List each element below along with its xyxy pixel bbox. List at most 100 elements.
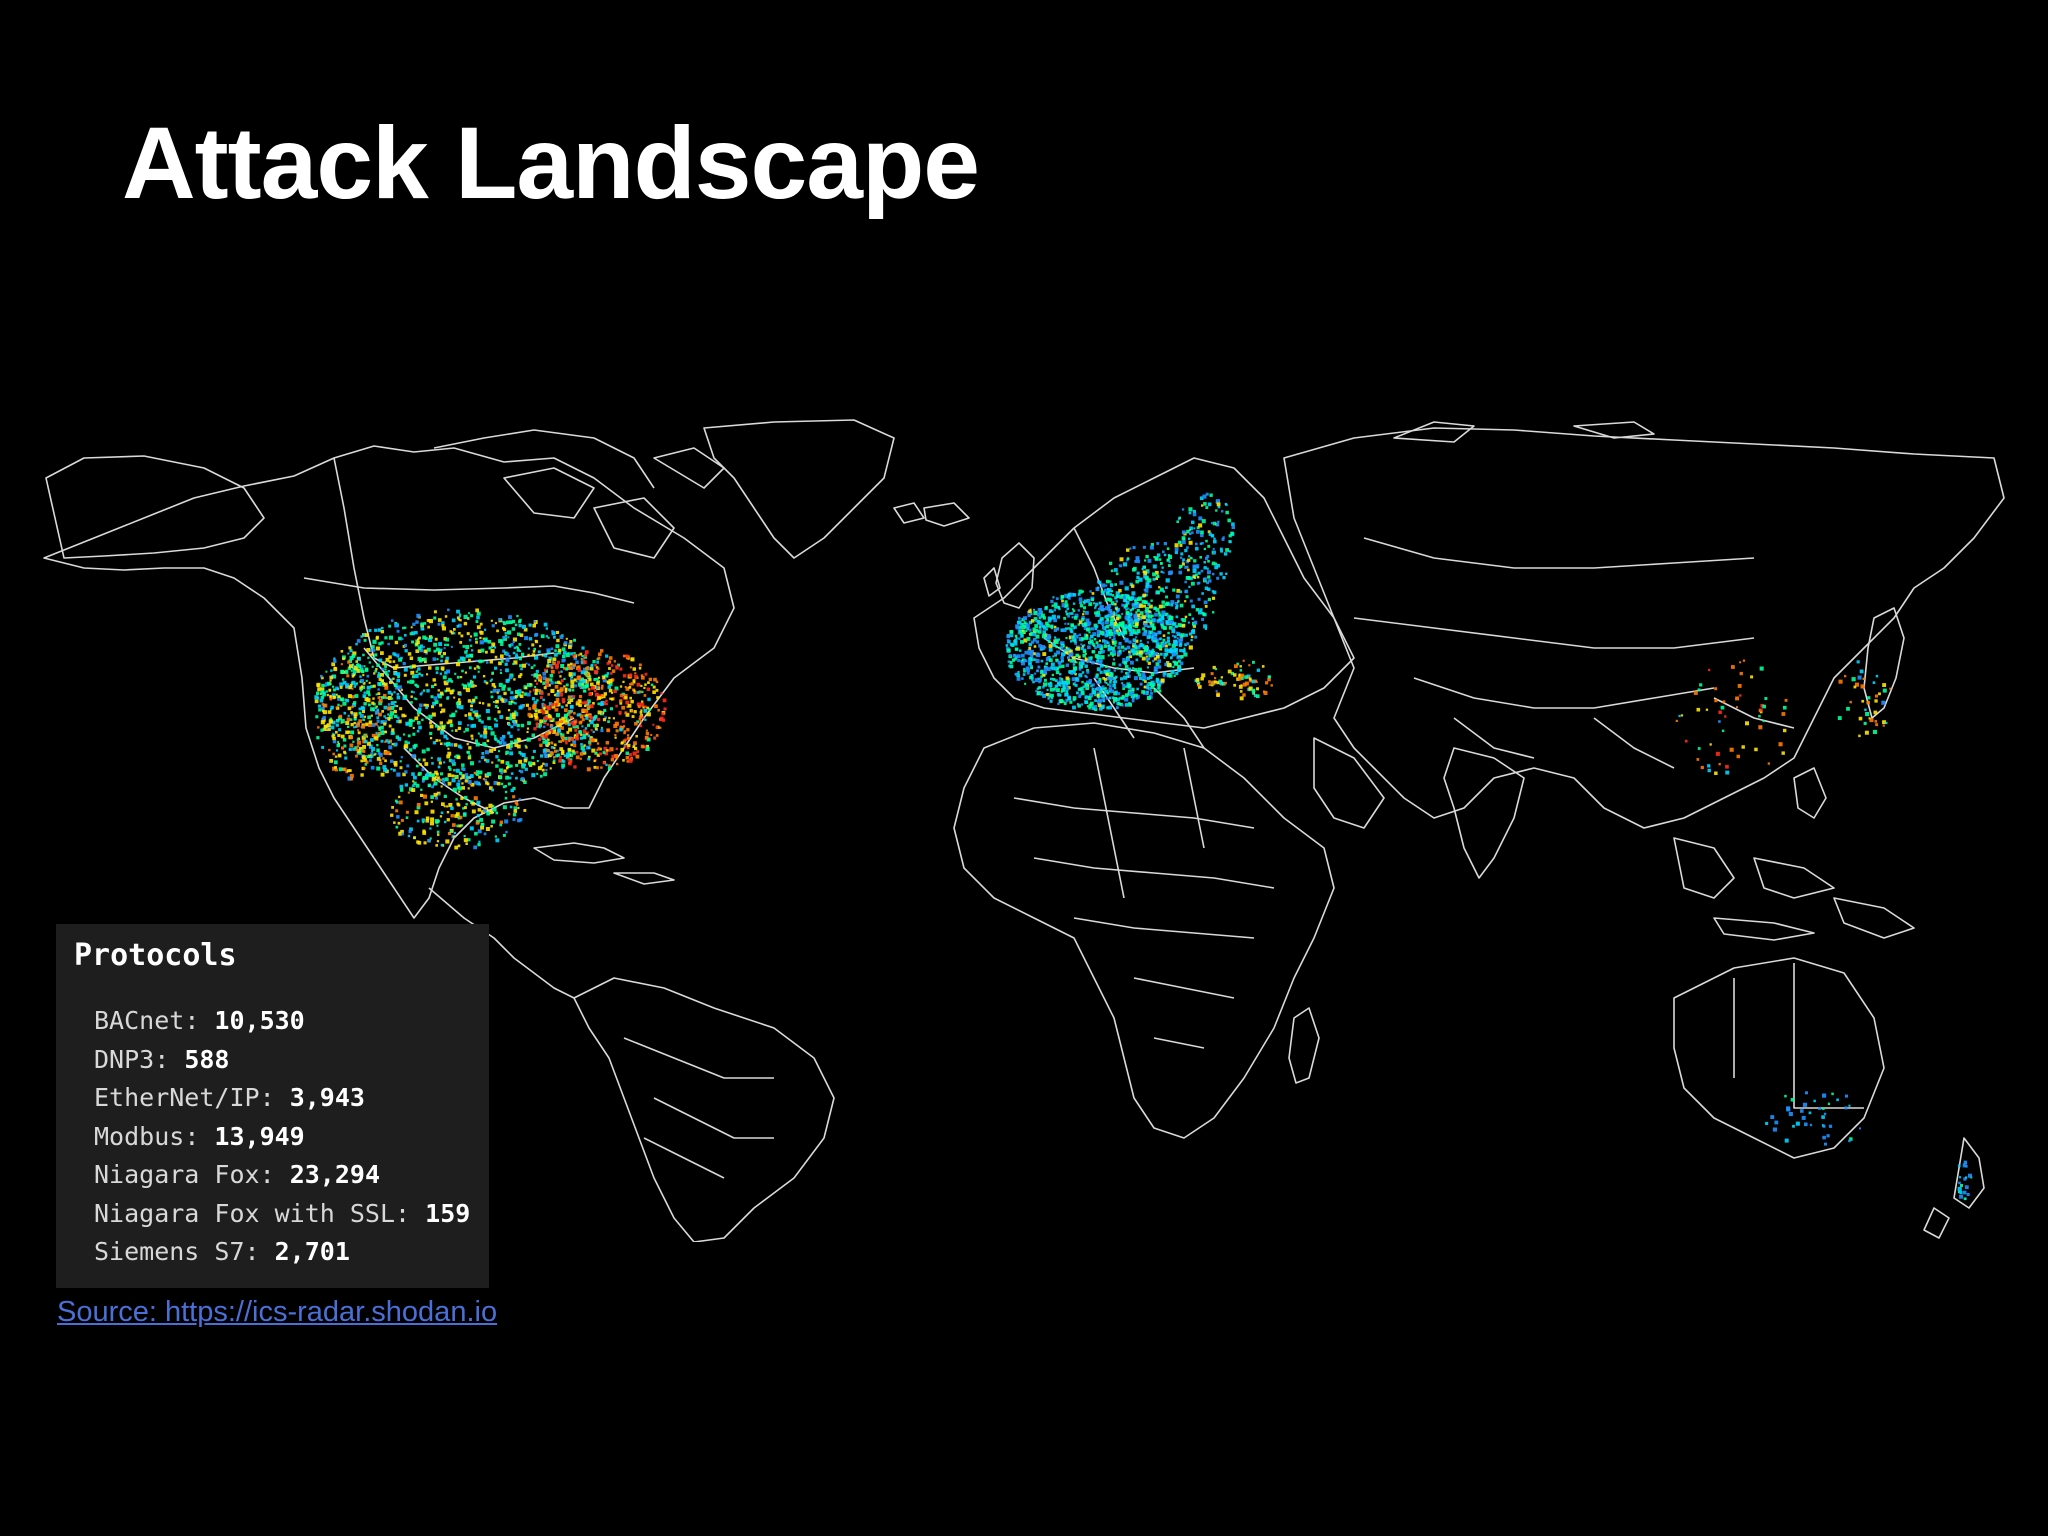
outline-greenland: [703, 419, 895, 559]
density-dot: [1144, 588, 1149, 593]
density-dot: [433, 616, 437, 620]
density-dot: [1065, 612, 1069, 616]
density-dot: [1136, 559, 1140, 564]
density-dot: [1150, 672, 1155, 676]
density-dot: [593, 760, 596, 763]
density-dot: [1675, 719, 1678, 722]
density-dot: [1061, 599, 1064, 603]
density-dot: [1070, 640, 1073, 643]
density-dot: [439, 815, 443, 818]
density-dot: [1267, 677, 1271, 682]
protocol-name: EtherNet/IP: [94, 1083, 260, 1112]
density-dot: [514, 623, 518, 627]
density-dot: [1143, 647, 1148, 652]
density-dot: [436, 658, 439, 661]
density-dot: [410, 695, 413, 698]
density-dot: [1826, 1134, 1830, 1138]
density-dot: [394, 701, 397, 704]
density-dot: [1195, 677, 1200, 682]
density-dot: [437, 765, 441, 769]
density-dot: [1174, 625, 1177, 628]
density-dot: [1885, 721, 1888, 725]
density-dot: [1121, 645, 1125, 649]
density-dot: [512, 701, 515, 704]
density-dot: [1192, 509, 1196, 514]
density-dot: [421, 749, 426, 754]
density-dot: [1051, 666, 1055, 671]
density-dot: [534, 639, 537, 642]
density-dot: [544, 763, 548, 767]
density-dot: [437, 622, 441, 626]
density-dot: [445, 656, 449, 661]
density-dot: [1805, 1091, 1808, 1095]
density-dot: [600, 729, 604, 733]
density-dot: [542, 711, 546, 715]
density-dot: [640, 702, 645, 707]
density-dot: [353, 717, 357, 721]
density-dot: [393, 709, 397, 714]
density-dot: [490, 649, 495, 654]
density-dot: [1197, 571, 1201, 575]
density-dot: [376, 748, 380, 752]
density-dot: [1212, 547, 1215, 550]
density-dot: [360, 685, 364, 688]
density-dot: [1193, 564, 1198, 569]
density-dot: [406, 764, 410, 768]
density-dot: [629, 696, 632, 700]
density-dot: [368, 720, 373, 724]
density-dot: [320, 674, 323, 678]
density-dot: [1214, 677, 1217, 680]
density-dot: [495, 811, 499, 815]
density-dot: [1127, 683, 1131, 688]
density-dot: [381, 667, 384, 671]
density-dot: [576, 676, 581, 681]
density-dot: [467, 780, 472, 784]
density-dot: [1228, 534, 1232, 538]
density-dot: [1115, 600, 1118, 603]
density-dot: [1115, 675, 1118, 679]
source-link[interactable]: Source: https://ics-radar.shodan.io: [57, 1296, 497, 1329]
density-dot: [374, 628, 378, 632]
density-dot: [1091, 687, 1095, 691]
density-dot: [417, 721, 421, 725]
density-dot: [380, 630, 384, 634]
density-dot: [1017, 616, 1021, 620]
density-dot: [570, 721, 574, 725]
density-dot: [429, 737, 433, 740]
density-dot: [453, 628, 456, 631]
density-dot: [397, 737, 402, 741]
density-dot: [575, 750, 579, 754]
density-dot: [1055, 597, 1059, 601]
density-dot: [523, 758, 528, 763]
density-dot: [1087, 623, 1091, 627]
density-dot: [508, 644, 511, 647]
density-dot: [1075, 677, 1079, 681]
density-dot: [1098, 677, 1102, 681]
density-dot: [1862, 677, 1865, 680]
density-dot: [1027, 660, 1031, 663]
density-dot: [316, 691, 320, 695]
density-dot: [1032, 658, 1036, 661]
density-dot: [560, 705, 564, 709]
density-dot: [475, 608, 479, 613]
density-dot: [1144, 680, 1147, 683]
density-dot: [1200, 530, 1204, 535]
density-dot: [1110, 617, 1115, 621]
density-dot: [371, 747, 376, 751]
density-dot: [459, 771, 462, 775]
density-dot: [403, 667, 408, 672]
density-dot: [1117, 692, 1121, 696]
density-dot: [452, 835, 455, 838]
density-dot: [1130, 584, 1135, 588]
density-dot: [314, 699, 319, 704]
density-dot: [380, 651, 384, 655]
density-dot: [1021, 661, 1025, 666]
density-dot: [396, 678, 400, 683]
density-dot: [514, 695, 518, 698]
density-dot: [1696, 707, 1701, 712]
density-dot: [1065, 663, 1069, 667]
density-dot: [531, 733, 535, 737]
density-dot: [1101, 626, 1105, 630]
density-dot: [1153, 689, 1157, 693]
density-dot: [1095, 588, 1099, 592]
